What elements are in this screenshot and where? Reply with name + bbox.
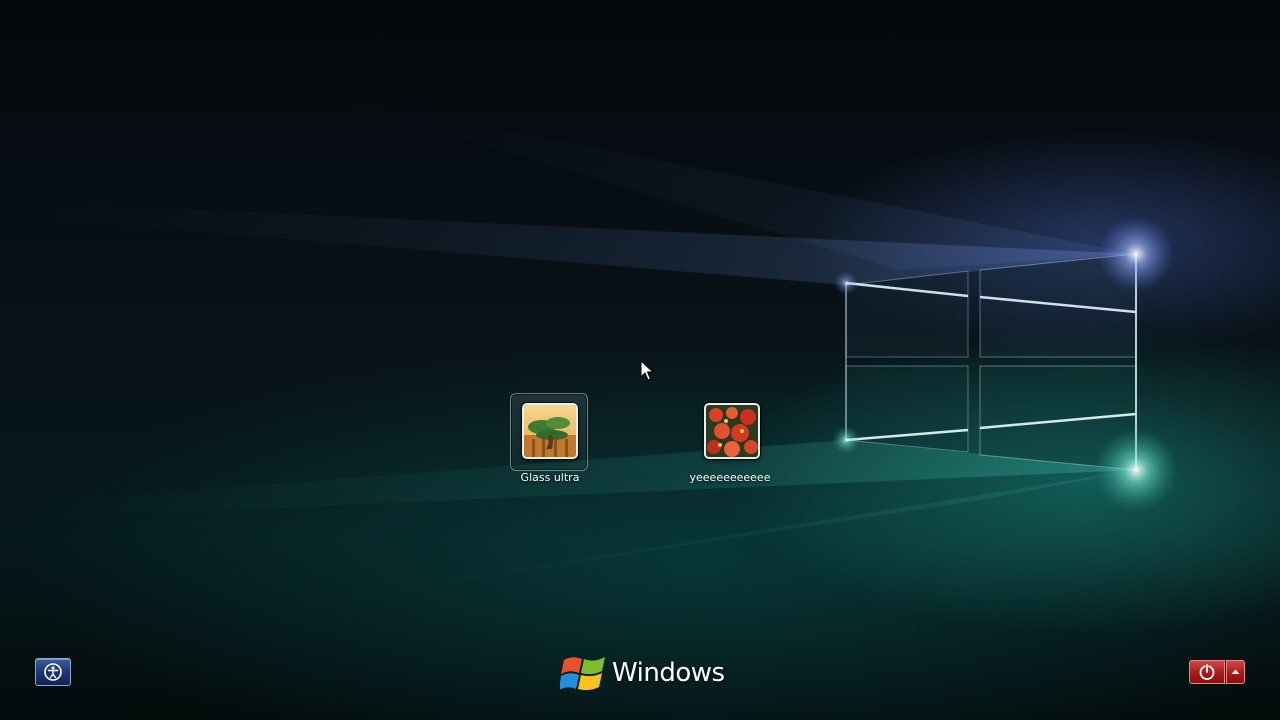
ease-of-access-button[interactable] [35,658,71,686]
mouse-cursor-icon [640,360,654,381]
user-tile-glass-ultra[interactable]: Glass ultra [490,393,610,493]
shut-down-options-button[interactable] [1226,660,1245,684]
red-flowers-picture-icon [706,405,758,457]
user-name-label: yeeeeeeeeeee [689,471,771,484]
ease-of-access-icon [44,663,62,681]
windows-wordmark: Windows [612,658,725,688]
logon-screen: Glass ultra yeeeeeeeeeee Windows [0,0,1280,720]
triangle-up-icon [1231,669,1240,674]
windows-flag-icon [560,657,605,691]
user-avatar-flowers[interactable] [704,403,760,459]
power-icon [1199,664,1215,680]
user-tile-yeeeeeeeeeee[interactable]: yeeeeeeeeeee [670,393,790,493]
shut-down-button[interactable] [1189,660,1225,684]
bonsai-picture-icon [524,405,576,457]
user-avatar-bonsai[interactable] [522,403,578,459]
windows-branding: Windows [560,648,730,696]
power-button-group [1189,660,1245,684]
user-name-label: Glass ultra [520,471,580,484]
